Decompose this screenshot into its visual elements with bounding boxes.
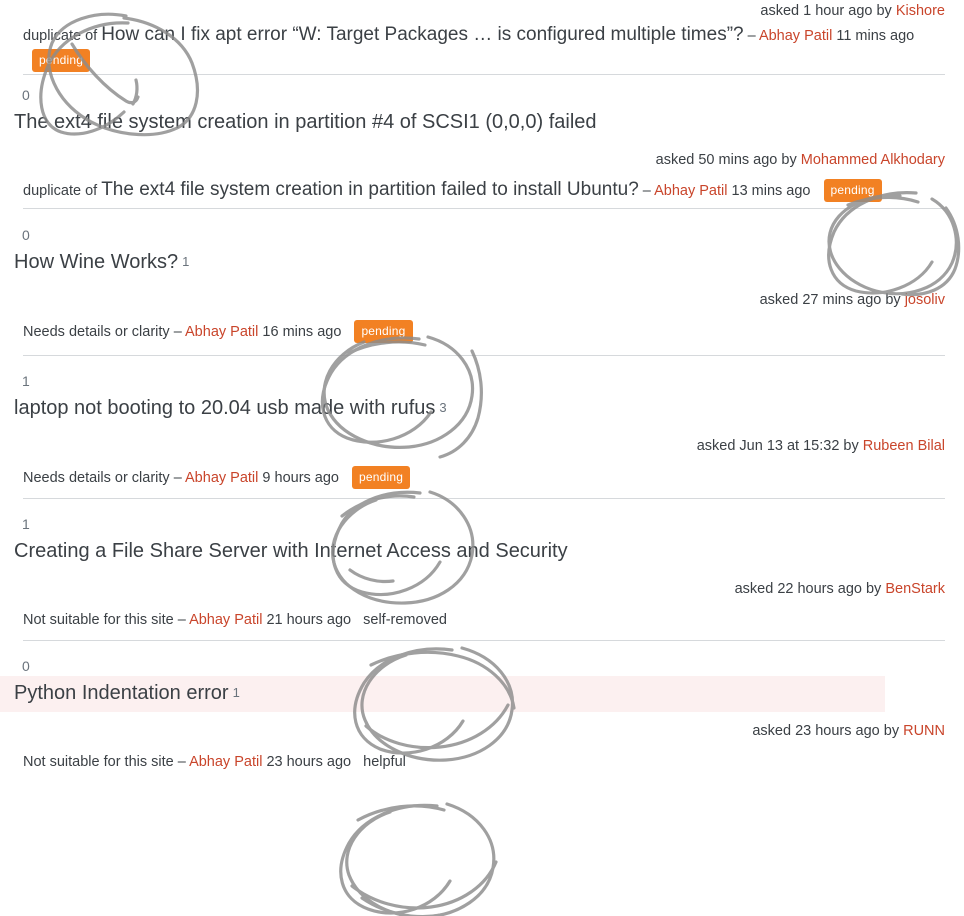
status-badge-pending: pending <box>32 49 91 72</box>
flag-reason-text: Needs details or clarity <box>23 324 170 340</box>
duplicate-label: duplicate of <box>23 183 98 199</box>
vote-count: 1 <box>22 516 30 532</box>
flag-time: 13 mins ago <box>731 183 811 199</box>
vote-count: 0 <box>22 658 30 674</box>
flagger-link[interactable]: Abhay Patil <box>189 612 262 628</box>
flag-reason: Not suitable for this site – Abhay Patil… <box>0 600 964 631</box>
question-title-wrap: The ext4 file system creation in partiti… <box>0 105 964 141</box>
flag-disposition-note: helpful <box>363 754 406 770</box>
question-meta: asked 50 mins ago by Mohammed Alkhodary <box>0 141 964 171</box>
question-title-wrap: Python Indentation error 1 <box>0 676 964 712</box>
question-title-link[interactable]: Python Indentation error 1 <box>0 679 240 707</box>
question-title-link[interactable]: Creating a File Share Server with Intern… <box>0 537 568 565</box>
flag-reason: Needs details or clarity – Abhay Patil 9… <box>0 457 964 489</box>
flag-reason: duplicate of How can I fix apt error “W:… <box>0 22 964 74</box>
question-title-wrap: How Wine Works? 1 <box>0 245 964 281</box>
asked-text: asked Jun 13 at 15:32 by <box>696 438 859 454</box>
dash-separator: – <box>642 183 651 199</box>
user-link[interactable]: Kishore <box>896 3 945 19</box>
flagger-link[interactable]: Abhay Patil <box>189 754 262 770</box>
question-meta: asked Jun 13 at 15:32 by Rubeen Bilal <box>0 427 964 457</box>
dash-separator: – <box>177 754 186 770</box>
flag-time: 11 mins ago <box>836 28 915 44</box>
flag-reason: Not suitable for this site – Abhay Patil… <box>0 742 964 773</box>
duplicate-label: duplicate of <box>23 28 98 44</box>
vote-count: 0 <box>22 227 30 243</box>
answer-count: 1 <box>232 685 240 700</box>
flag-disposition-note: self-removed <box>363 612 447 628</box>
asked-text: asked 22 hours ago by <box>734 581 882 597</box>
dash-separator: – <box>173 324 182 340</box>
question-title-link[interactable]: laptop not booting to 20.04 usb made wit… <box>0 394 447 422</box>
question-title-wrap: Creating a File Share Server with Intern… <box>0 534 964 570</box>
flag-reason-text: Not suitable for this site <box>23 754 174 770</box>
vote-count: 0 <box>22 87 30 103</box>
flagger-link[interactable]: Abhay Patil <box>759 28 832 44</box>
flag-reason: Needs details or clarity – Abhay Patil 1… <box>0 311 964 343</box>
status-badge-pending: pending <box>354 320 413 343</box>
duplicate-target-link[interactable]: The ext4 file system creation in partiti… <box>101 179 639 200</box>
flag-row: 0 The ext4 file system creation in parti… <box>0 75 964 208</box>
asked-text: asked 50 mins ago by <box>655 152 797 168</box>
flag-time: 21 hours ago <box>266 612 352 628</box>
answer-count: 1 <box>182 254 190 269</box>
flag-reason-text: Needs details or clarity <box>23 470 170 486</box>
question-title-wrap: laptop not booting to 20.04 usb made wit… <box>0 391 964 427</box>
flagger-link[interactable]: Abhay Patil <box>654 183 727 199</box>
asked-text: asked 27 mins ago by <box>759 292 901 308</box>
status-badge-pending: pending <box>352 466 411 489</box>
asked-text: asked 23 hours ago by <box>752 723 900 739</box>
user-link[interactable]: Rubeen Bilal <box>863 438 945 454</box>
dash-separator: – <box>173 470 182 486</box>
user-link[interactable]: josoliv <box>905 292 945 308</box>
flag-row: 0 How Wine Works? 1 asked 27 mins ago by … <box>0 209 964 355</box>
flag-row: 1 Creating a File Share Server with Inte… <box>0 499 964 640</box>
question-title-link[interactable]: The ext4 file system creation in partiti… <box>0 108 597 136</box>
flag-reason: duplicate of The ext4 file system creati… <box>0 171 964 202</box>
flag-time: 9 hours ago <box>262 470 339 486</box>
flagger-link[interactable]: Abhay Patil <box>185 470 258 486</box>
flagger-link[interactable]: Abhay Patil <box>185 324 258 340</box>
question-meta: asked 27 mins ago by josoliv <box>0 281 964 311</box>
question-meta: asked 23 hours ago by RUNN <box>0 712 964 742</box>
user-link[interactable]: BenStark <box>885 581 945 597</box>
asked-text: asked 1 hour ago by <box>760 3 892 19</box>
flag-row: 1 laptop not booting to 20.04 usb made w… <box>0 356 964 498</box>
flag-row-partial-top: asked 1 hour ago by Kishore duplicate of… <box>0 0 964 74</box>
user-link[interactable]: RUNN <box>903 723 945 739</box>
question-meta: asked 1 hour ago by Kishore <box>0 0 964 22</box>
user-link[interactable]: Mohammed Alkhodary <box>801 152 945 168</box>
question-title-link[interactable]: How Wine Works? 1 <box>0 248 189 276</box>
flag-time: 16 mins ago <box>262 324 342 340</box>
question-meta: asked 22 hours ago by BenStark <box>0 570 964 600</box>
flag-queue-list: asked 1 hour ago by Kishore duplicate of… <box>0 0 964 773</box>
answer-count: 3 <box>439 400 447 415</box>
dash-separator: – <box>177 612 186 628</box>
flag-row-highlighted: 0 Python Indentation error 1 asked 23 hou… <box>0 641 964 773</box>
flag-time: 23 hours ago <box>266 754 352 770</box>
duplicate-target-link[interactable]: How can I fix apt error “W: Target Packa… <box>101 24 743 45</box>
flag-reason-text: Not suitable for this site <box>23 612 174 628</box>
status-badge-pending: pending <box>823 179 882 202</box>
dash-separator: – <box>747 28 756 44</box>
vote-count: 1 <box>22 373 30 389</box>
